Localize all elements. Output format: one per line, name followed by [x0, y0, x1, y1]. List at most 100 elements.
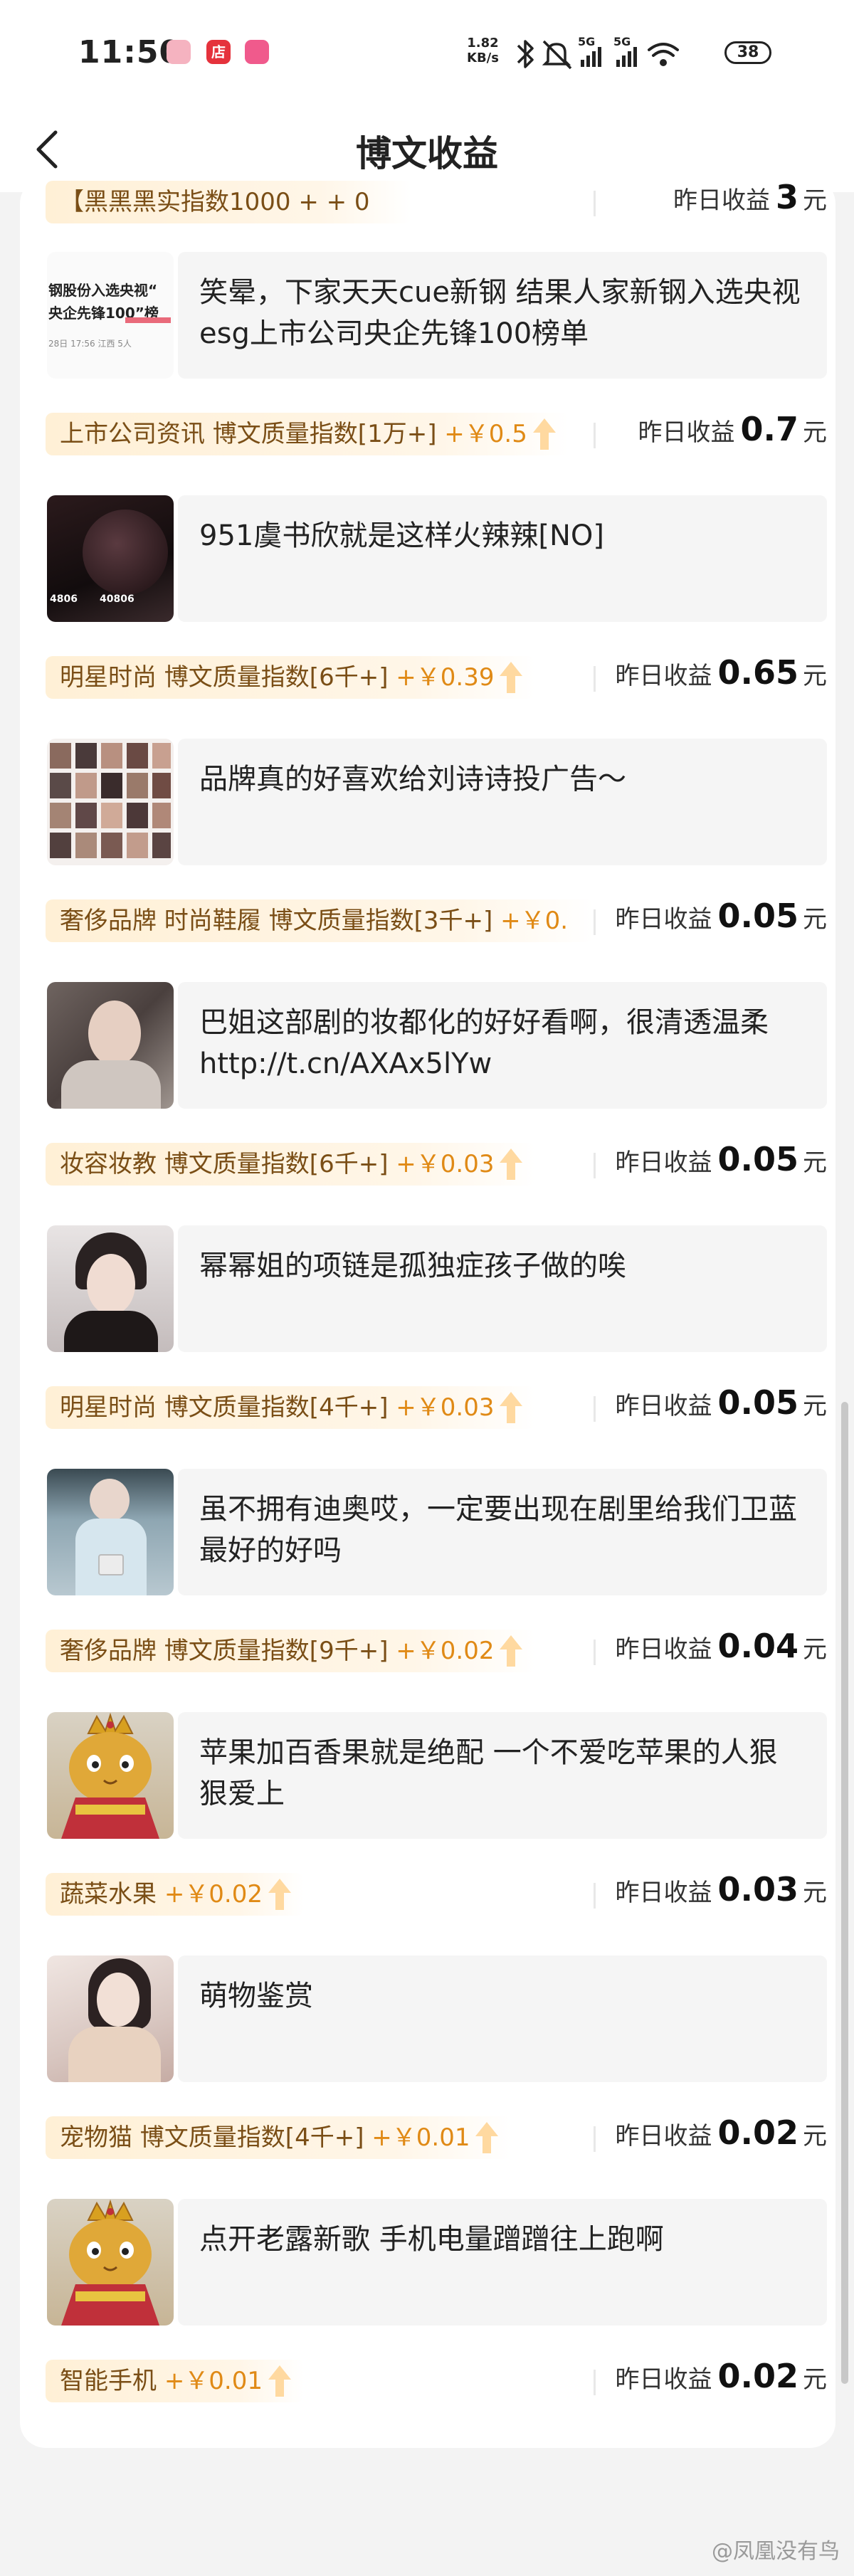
topic-tag: 奢侈品牌 博文质量指数[9千+] +￥0.02 — [46, 1630, 536, 1672]
topic-tag-label: 明星时尚 博文质量指数[6千+] — [60, 663, 389, 692]
arrow-up-icon — [532, 418, 556, 450]
wifi-icon — [648, 43, 679, 66]
topic-tag-label: 【黑黑黑实指数1000 + + 0 — [60, 188, 370, 216]
post-text[interactable]: 品牌真的好喜欢给刘诗诗投广告～ — [178, 739, 827, 865]
post-text[interactable]: 笑晕，下家天天cue新钢 结果人家新钢入选央视esg上市公司央企先锋100榜单 — [178, 252, 827, 379]
topic-tag: 宠物猫 博文质量指数[4千+] +￥0.01 — [46, 2116, 512, 2159]
cat-king-avatar-thumbnail[interactable] — [47, 1712, 174, 1839]
page-title: 博文收益 — [356, 133, 498, 174]
earnings-label: 昨日收益 — [615, 1635, 712, 1664]
mute-bell-icon — [542, 40, 572, 70]
post-text[interactable]: 巴姐这部剧的妆都化的好好看啊，很清透温柔 http://t.cn/AXAx5lY… — [178, 982, 827, 1109]
list-item[interactable]: 萌物鉴赏 宠物猫 博文质量指数[4千+] +￥0.01 昨日收益 0.02 元 — [20, 1955, 835, 2199]
portrait-face — [90, 1479, 130, 1521]
portrait-body — [61, 1060, 161, 1109]
divider — [594, 423, 596, 448]
earnings-value: 0.05 — [717, 1140, 799, 1178]
watermark: @凤凰没有鸟 — [712, 2539, 840, 2564]
portrait-face — [87, 1254, 135, 1315]
earnings-summary: 昨日收益 0.65 元 — [616, 653, 828, 703]
earnings-list: 【黑黑黑实指数1000 + + 0 昨日收益 3 元 钢股份入选央视“ 央企先锋10… — [20, 178, 835, 2448]
post-text[interactable]: 点开老露新歌 手机电量蹭蹭往上跑啊 — [178, 2199, 827, 2326]
list-item[interactable]: 点开老露新歌 手机电量蹭蹭往上跑啊 智能手机 +￥0.01 昨日收益 0.02 元 — [20, 2199, 835, 2442]
earnings-unit: 元 — [803, 2122, 827, 2150]
earnings-value: 0.65 — [717, 653, 799, 692]
earnings-unit: 元 — [803, 905, 827, 934]
post-text[interactable]: 951虞书欣就是这样火辣辣[NO] — [178, 495, 827, 622]
topic-tag: 上市公司资讯 博文质量指数[1万+] +￥0.5 — [46, 413, 569, 455]
handbag-icon — [98, 1554, 124, 1575]
topic-tag-bonus: +￥0.01 — [164, 2367, 263, 2395]
fashion-photo-thumbnail[interactable] — [47, 1469, 174, 1595]
topic-tag-label: 智能手机 — [60, 2367, 157, 2395]
list-item[interactable]: 钢股份入选央视“ 央企先锋100”榜 28日 17:56 江西 5人 笑晕，下家… — [20, 252, 835, 495]
thumbnail-caption: 钢股份入选央视“ — [48, 282, 158, 299]
earnings-label: 昨日收益 — [638, 418, 735, 447]
status-bar: 11:50 店 1.82 KB/s 5G 5G 38 — [0, 0, 854, 107]
list-item[interactable]: 品牌真的好喜欢给刘诗诗投广告～ 奢侈品牌 时尚鞋履 博文质量指数[3千+] +￥… — [20, 739, 835, 982]
topic-tag-bonus: +￥0.39 — [396, 663, 495, 692]
earnings-value: 0.03 — [717, 1870, 799, 1909]
portrait-thumbnail[interactable] — [47, 1225, 174, 1352]
earnings-summary: 昨日收益 0.03 元 — [616, 1870, 828, 1920]
list-item[interactable]: 苹果加百香果就是绝配 一个不爱吃苹果的人狠狠爱上 蔬菜水果 +￥0.02 昨日收… — [20, 1712, 835, 1955]
scrollbar[interactable] — [841, 1402, 848, 2384]
divider — [594, 2370, 596, 2395]
list-item[interactable]: 幂幂姐的项链是孤独症孩子做的唉 明星时尚 博文质量指数[4千+] +￥0.03 … — [20, 1225, 835, 1469]
portrait-thumbnail[interactable] — [47, 1955, 174, 2082]
news-screenshot-thumbnail[interactable]: 钢股份入选央视“ 央企先锋100”榜 28日 17:56 江西 5人 — [47, 252, 174, 379]
earnings-unit: 元 — [803, 186, 827, 215]
earnings-summary: 昨日收益 0.04 元 — [616, 1627, 828, 1677]
post-text[interactable]: 虽不拥有迪奥哎，一定要出现在剧里给我们卫蓝最好的好吗 — [178, 1469, 827, 1595]
portrait-face — [88, 1001, 141, 1066]
earnings-label: 昨日收益 — [615, 1879, 712, 1907]
earnings-value: 0.05 — [717, 1383, 799, 1422]
portrait-thumbnail[interactable] — [47, 982, 174, 1109]
earnings-summary: 昨日收益 0.05 元 — [616, 897, 828, 946]
earnings-summary: 昨日收益 3 元 — [673, 178, 827, 228]
list-item[interactable]: 4806 40806 951虞书欣就是这样火辣辣[NO] 明星时尚 博文质量指数… — [20, 495, 835, 739]
earnings-label: 昨日收益 — [673, 186, 770, 215]
earnings-unit: 元 — [803, 2365, 827, 2394]
stage-photo-thumbnail[interactable]: 4806 40806 — [47, 495, 174, 622]
topic-tag: 明星时尚 博文质量指数[4千+] +￥0.03 — [46, 1386, 536, 1429]
list-item[interactable]: 巴姐这部剧的妆都化的好好看啊，很清透温柔 http://t.cn/AXAx5lY… — [20, 982, 835, 1225]
status-icons: 5G 5G — [517, 35, 679, 70]
thumbnail-caption: 4806 — [50, 593, 78, 605]
shop-app-icon: 店 — [206, 40, 231, 64]
earnings-summary: 昨日收益 0.05 元 — [616, 1140, 828, 1190]
list-item[interactable]: 虽不拥有迪奥哎，一定要出现在剧里给我们卫蓝最好的好吗 奢侈品牌 博文质量指数[9… — [20, 1469, 835, 1712]
post-text[interactable]: 萌物鉴赏 — [178, 1955, 827, 2082]
topic-tag: 蔬菜水果 +￥0.02 — [46, 1873, 305, 1916]
app-notification-icon-2 — [245, 40, 269, 64]
earnings-value: 0.02 — [717, 2113, 799, 2152]
topic-tag-bonus: +￥0.03 — [396, 1393, 495, 1422]
topic-tag-label: 宠物猫 博文质量指数[4千+] — [60, 2123, 364, 2152]
arrow-up-icon — [500, 1635, 523, 1667]
divider — [594, 1883, 596, 1909]
post-text[interactable]: 苹果加百香果就是绝配 一个不爱吃苹果的人狠狠爱上 — [178, 1712, 827, 1839]
cellular-signal-icon-2: 5G — [613, 35, 637, 67]
earnings-label: 昨日收益 — [615, 2365, 712, 2394]
topic-tag-bonus: +￥0.02 — [164, 1880, 263, 1909]
list-item-partial[interactable]: 【黑黑黑实指数1000 + + 0 昨日收益 3 元 — [20, 178, 835, 263]
thumbnail-decoration — [125, 317, 171, 323]
cat-king-graphic — [61, 2199, 159, 2326]
divider — [594, 909, 596, 935]
earnings-value: 0.05 — [717, 897, 799, 935]
topic-tag-label: 明星时尚 博文质量指数[4千+] — [60, 1393, 389, 1422]
portrait-face — [97, 1973, 139, 2027]
cat-king-avatar-thumbnail[interactable] — [47, 2199, 174, 2326]
earnings-value: 0.02 — [717, 2357, 799, 2395]
divider — [594, 1640, 596, 1665]
arrow-up-icon — [500, 662, 523, 693]
divider — [594, 1396, 596, 1422]
portrait-body — [64, 1311, 158, 1352]
post-text[interactable]: 幂幂姐的项链是孤独症孩子做的唉 — [178, 1225, 827, 1352]
earnings-value: 0.7 — [740, 410, 799, 448]
photo-grid-thumbnail[interactable] — [47, 739, 174, 865]
thumbnail-meta: 28日 17:56 江西 5人 — [48, 339, 132, 349]
topic-tag-label: 蔬菜水果 — [60, 1880, 157, 1909]
topic-tag-bonus: +￥0.01 — [371, 2123, 470, 2152]
topic-tag-bonus: +￥0.5 — [444, 420, 527, 448]
